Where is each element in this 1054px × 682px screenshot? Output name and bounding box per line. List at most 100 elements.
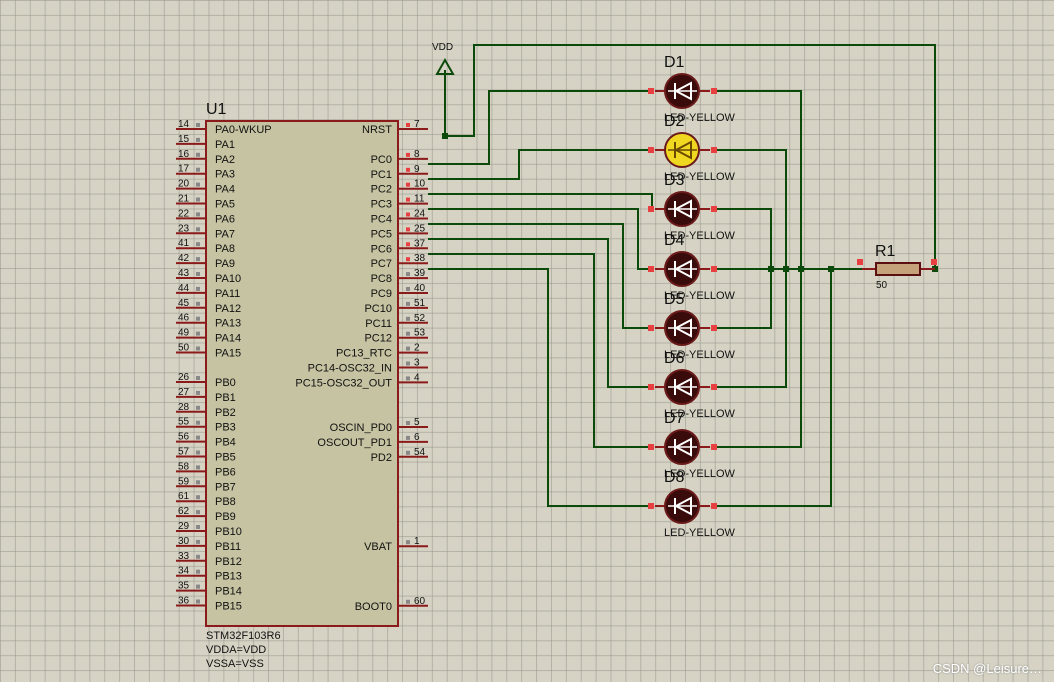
pin-name: PB1 <box>215 392 236 404</box>
resistor-value: 50 <box>876 280 888 291</box>
pin-name: PB3 <box>215 422 236 434</box>
pin-number: 16 <box>178 149 190 160</box>
pin-number: 34 <box>178 566 190 577</box>
pin-name: PC3 <box>371 199 392 211</box>
mcu-prop-vdda: VDDA=VDD <box>206 644 266 656</box>
pin-number: 39 <box>414 268 426 279</box>
pin-number: 24 <box>414 209 426 220</box>
pin-name: PA9 <box>215 258 235 270</box>
pin-number: 52 <box>414 313 426 324</box>
led-ref: D4 <box>664 232 685 249</box>
pin-name: PC4 <box>371 214 392 226</box>
led-d7[interactable]: D7LED-YELLOW <box>648 410 736 480</box>
pin-number: 35 <box>178 581 190 592</box>
led-ref: D6 <box>664 350 685 367</box>
pin-name: PB13 <box>215 571 242 583</box>
schematic-canvas[interactable]: U1 STM32F103R6 VDDA=VDD VSSA=VSS 14 PA0-W… <box>0 0 1054 682</box>
led-ref: D3 <box>664 172 685 189</box>
pin-number: 30 <box>178 536 190 547</box>
pin-number: 10 <box>414 179 426 190</box>
pin-number: 40 <box>414 283 426 294</box>
pin-name: PB7 <box>215 481 236 493</box>
pin-number: 23 <box>178 223 190 234</box>
junction-dot <box>798 266 804 272</box>
pin-number: 5 <box>414 417 420 428</box>
pin-name: OSCOUT_PD1 <box>317 437 392 449</box>
pin-number: 20 <box>178 179 190 190</box>
pin-name: PA7 <box>215 228 235 240</box>
pin-number: 22 <box>178 208 190 219</box>
mcu-part: STM32F103R6 <box>206 630 281 642</box>
led-ref: D5 <box>664 291 685 308</box>
pin-name: PC0 <box>371 154 392 166</box>
pin-number: 14 <box>178 119 190 130</box>
pin-name: PB10 <box>215 526 242 538</box>
pin-name: PC5 <box>371 228 392 240</box>
mcu-prop-vssa: VSSA=VSS <box>206 658 264 670</box>
pin-number: 36 <box>178 596 190 607</box>
mcu-ref: U1 <box>206 101 227 118</box>
pin-number: 61 <box>178 491 190 502</box>
pin-number: 57 <box>178 447 190 458</box>
mcu-stm32[interactable]: U1 STM32F103R6 VDDA=VDD VSSA=VSS 14 PA0-W… <box>176 101 428 670</box>
pin-number: 28 <box>178 402 190 413</box>
pin-name: PC2 <box>371 184 392 196</box>
pin-number: 50 <box>178 343 190 354</box>
pin-number: 51 <box>414 298 426 309</box>
pin-name: PD2 <box>371 452 392 464</box>
pin-number: 17 <box>178 164 190 175</box>
wire <box>428 238 654 388</box>
pin-number: 7 <box>414 119 420 130</box>
resistor-ref: R1 <box>875 243 896 260</box>
pin-name: PA10 <box>215 273 241 285</box>
pin-number: 49 <box>178 328 190 339</box>
pin-number: 55 <box>178 417 190 428</box>
vdd-terminal[interactable]: VDD <box>432 42 455 136</box>
vdd-label: VDD <box>432 42 453 53</box>
pin-name: PA1 <box>215 139 235 151</box>
pin-number: 62 <box>178 506 190 517</box>
schematic-drawing[interactable]: U1 STM32F103R6 VDDA=VDD VSSA=VSS 14 PA0-W… <box>0 0 1054 682</box>
pin-name: PA12 <box>215 303 241 315</box>
pin-number: 58 <box>178 461 190 472</box>
pin-number: 38 <box>414 253 426 264</box>
pin-name: PC13_RTC <box>336 348 392 360</box>
pin-number: 21 <box>178 194 190 205</box>
led-d1[interactable]: D1LED-YELLOW <box>648 54 736 124</box>
pin-number: 2 <box>414 343 420 354</box>
pin-number: 60 <box>414 596 426 607</box>
pin-number: 37 <box>414 238 426 249</box>
pin-name: PB8 <box>215 496 236 508</box>
pin-name: PC9 <box>371 288 392 300</box>
pin-number: 15 <box>178 134 190 145</box>
wire <box>428 253 654 448</box>
pin-number: 9 <box>414 164 420 175</box>
pin-name: PA3 <box>215 169 235 181</box>
led-type: LED-YELLOW <box>664 527 736 539</box>
pin-number: 3 <box>414 358 420 369</box>
pin-number: 33 <box>178 551 190 562</box>
pin-name: PA14 <box>215 333 241 345</box>
pin-name: BOOT0 <box>355 601 392 613</box>
pin-name: OSCIN_PD0 <box>330 422 392 434</box>
pin-number: 44 <box>178 283 190 294</box>
pin-number: 45 <box>178 298 190 309</box>
pin-name: PC8 <box>371 273 392 285</box>
pin-name: PA8 <box>215 243 235 255</box>
pin-number: 41 <box>178 238 190 249</box>
pin-name: PA15 <box>215 348 241 360</box>
pin-name: VBAT <box>364 541 392 553</box>
pin-name: PC6 <box>371 243 392 255</box>
pin-name: PB11 <box>215 541 241 553</box>
pin-number: 59 <box>178 476 190 487</box>
pin-name: PB15 <box>215 601 242 613</box>
pin-number: 26 <box>178 372 190 383</box>
pin-name: PC10 <box>364 303 392 315</box>
pin-name: PB5 <box>215 452 236 464</box>
pin-number: 6 <box>414 432 420 443</box>
junction-dot <box>783 266 789 272</box>
resistor-r1[interactable]: R1 50 <box>857 243 937 291</box>
pin-name: PA5 <box>215 199 235 211</box>
pin-name: PA6 <box>215 213 235 225</box>
led-d4[interactable]: D4LED-YELLOW <box>648 232 736 302</box>
